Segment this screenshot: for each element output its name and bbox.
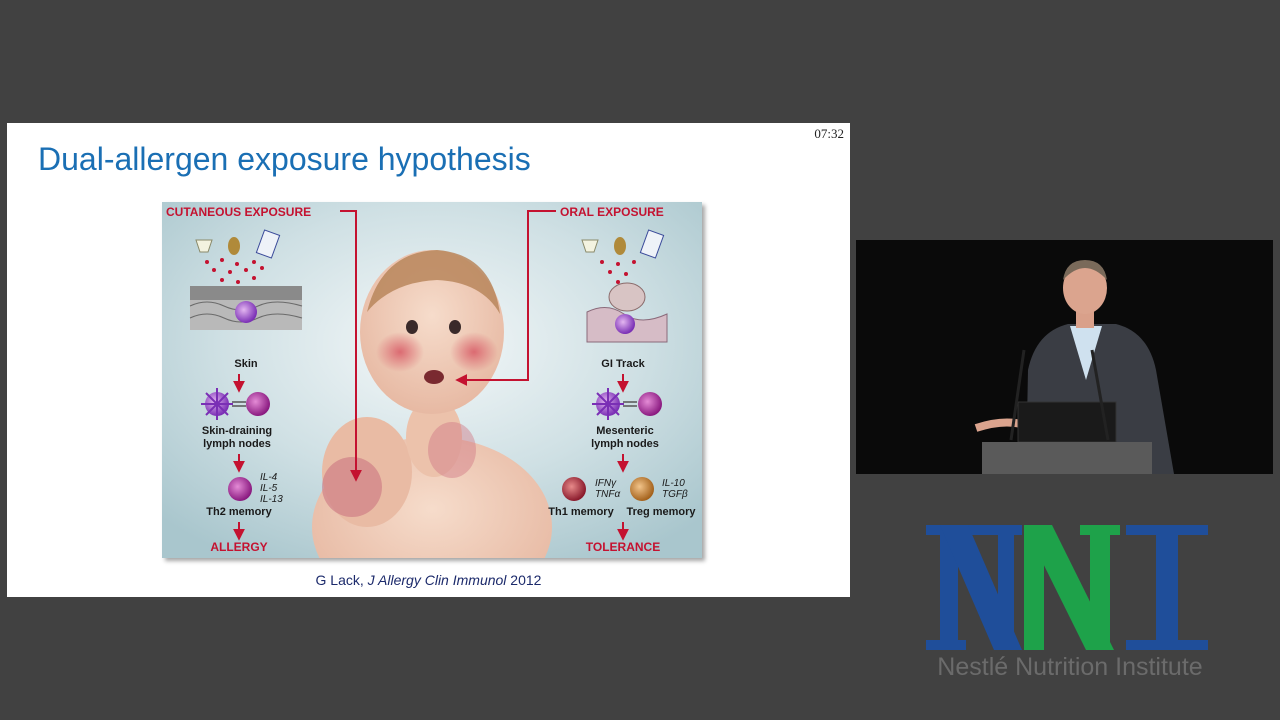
treg-cell-icon bbox=[630, 477, 654, 501]
citation-journal: J Allergy Clin Immunol bbox=[367, 572, 507, 588]
mesenteric-label: Mesenteric bbox=[596, 425, 653, 437]
th2-cell-icon bbox=[228, 477, 252, 501]
nni-logo-text: Nestlé Nutrition Institute bbox=[937, 653, 1203, 681]
cytokine-tgf: TGFβ bbox=[662, 489, 688, 500]
podium bbox=[982, 442, 1152, 474]
skin-label: Skin bbox=[234, 358, 258, 370]
cytokine-tnf: TNFα bbox=[595, 489, 620, 500]
cytokine-il10: IL-10 bbox=[662, 478, 685, 489]
cytokine-il13: IL-13 bbox=[260, 494, 283, 505]
slide-title: Dual-allergen exposure hypothesis bbox=[38, 141, 531, 177]
slide-timer: 07:32 bbox=[814, 126, 844, 141]
citation-author: G Lack, bbox=[315, 572, 368, 588]
cutaneous-exposure-header: CUTANEOUS EXPOSURE bbox=[166, 205, 311, 219]
th1-cell-icon bbox=[562, 477, 586, 501]
slide-citation: G Lack, J Allergy Clin Immunol 2012 bbox=[7, 572, 850, 588]
cytokine-ifn: IFNγ bbox=[595, 478, 617, 489]
allergen-exposure-figure: CUTANEOUS EXPOSURE ORAL EXPOSURE Skin Sk… bbox=[162, 202, 702, 558]
nni-logo-mark bbox=[926, 525, 1208, 650]
lymph-nodes-label: lymph nodes bbox=[203, 438, 271, 450]
tolerance-outcome: TOLERANCE bbox=[586, 540, 660, 554]
gi-track-label: GI Track bbox=[601, 358, 645, 370]
treg-memory-label: Treg memory bbox=[626, 506, 696, 518]
nni-logo: Nestlé Nutrition Institute bbox=[920, 520, 1220, 690]
skin-draining-label: Skin-draining bbox=[202, 425, 272, 437]
citation-year: 2012 bbox=[506, 572, 542, 588]
cytokine-il5: IL-5 bbox=[260, 483, 278, 494]
speaker-video bbox=[856, 240, 1273, 474]
mesenteric-lymph-nodes-label: lymph nodes bbox=[591, 438, 659, 450]
allergy-outcome: ALLERGY bbox=[210, 540, 267, 554]
oral-exposure-header: ORAL EXPOSURE bbox=[560, 205, 664, 219]
th1-memory-label: Th1 memory bbox=[548, 506, 614, 518]
cytokine-il4: IL-4 bbox=[260, 472, 278, 483]
presentation-slide: Dual-allergen exposure hypothesis 07:32 bbox=[7, 123, 850, 597]
th2-memory-label: Th2 memory bbox=[206, 506, 272, 518]
skin-layers-illustration bbox=[189, 286, 303, 330]
